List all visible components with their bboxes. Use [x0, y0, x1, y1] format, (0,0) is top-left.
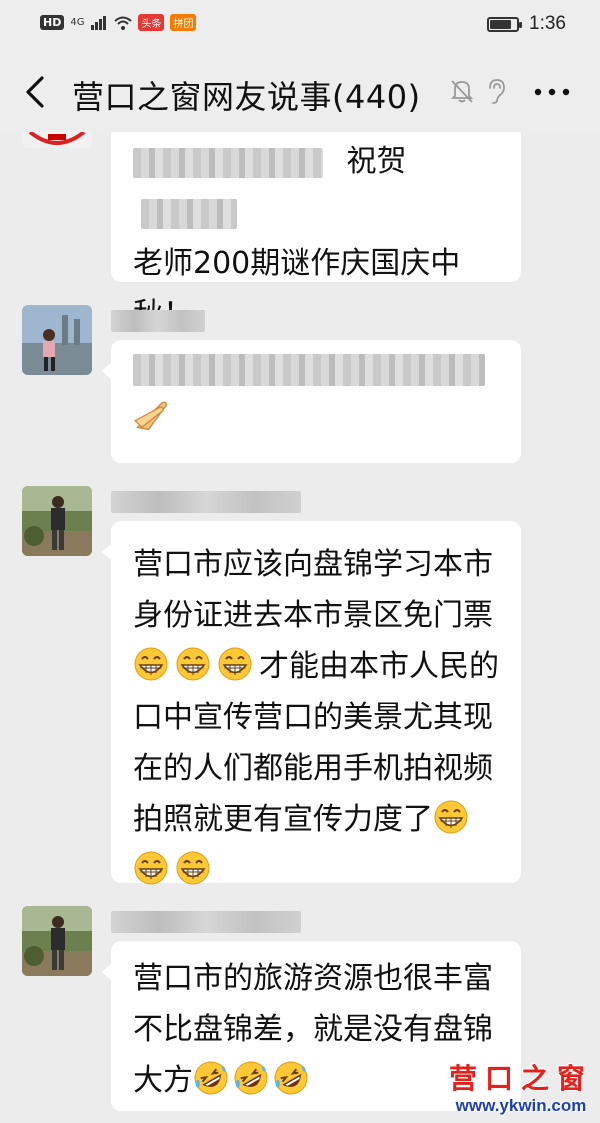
status-left: HD 4G 头条 拼团 — [40, 14, 197, 31]
redacted-name — [141, 198, 237, 229]
redacted-text — [133, 354, 485, 386]
message-segment: 营口市的旅游资源也很丰富不比盘锦差，就是没有盘锦大方 — [133, 961, 493, 1098]
more-options-icon[interactable] — [530, 78, 574, 106]
user-photo — [22, 486, 92, 556]
watermark-title: 营口之窗 — [448, 1062, 593, 1095]
mute-bell-icon — [450, 80, 474, 103]
avatar[interactable] — [22, 132, 92, 148]
sender-name-redacted — [111, 310, 205, 332]
status-right: 1:36 — [487, 13, 566, 35]
status-bar: HD 4G 头条 拼团 1:36 — [0, 0, 600, 50]
rolling-laughing-emoji — [234, 1061, 268, 1095]
earpiece-icon — [489, 79, 505, 104]
battery-icon — [487, 16, 523, 32]
message-text — [133, 354, 499, 434]
watermark-url: www.ykwin.com — [455, 1096, 587, 1115]
message-bubble[interactable]: 祝贺 老师200期谜作庆国庆中秋！ — [111, 132, 521, 332]
message-bubble[interactable] — [102, 340, 521, 463]
signal-icon — [91, 15, 107, 30]
battery-level — [490, 19, 511, 29]
message-bubble[interactable]: 营口市应该向盘锦学习本市身份证进去本市景区免门票才能由本市人民的口中宣传营口的美… — [102, 521, 521, 885]
toutiao-badge: 头条 — [138, 14, 165, 31]
praying-hands-emoji — [134, 401, 168, 431]
user-photo — [22, 305, 92, 375]
pintuan-badge: 拼团 — [170, 14, 197, 31]
laughing-emoji-group — [193, 1061, 313, 1098]
avatar[interactable] — [22, 305, 92, 375]
grinning-face-emoji — [134, 851, 168, 885]
message-text: 营口市的旅游资源也很丰富不比盘锦差，就是没有盘锦大方 — [133, 953, 499, 1106]
message-segment: 营口市应该向盘锦学习本市身份证进去本市景区免门票 — [133, 547, 493, 633]
redacted-mention — [133, 147, 323, 178]
back-arrow-icon[interactable] — [18, 72, 54, 112]
avatar[interactable] — [22, 906, 92, 976]
sender-name-redacted — [111, 911, 301, 933]
network-indicator: 4G — [70, 17, 85, 28]
red-emblem-icon — [22, 132, 92, 148]
wifi-icon — [114, 16, 133, 30]
user-photo — [22, 906, 92, 976]
chat-header: 营口之窗网友说事(440) — [0, 50, 600, 132]
hd-indicator: HD — [40, 15, 65, 30]
clock: 1:36 — [529, 13, 566, 34]
chat-title: 营口之窗网友说事(440) — [72, 78, 421, 116]
grinning-face-emoji — [176, 851, 210, 885]
grinning-face-emoji — [218, 647, 252, 681]
grinning-face-emoji — [134, 647, 168, 681]
avatar[interactable] — [22, 486, 92, 556]
grinning-face-emoji — [176, 647, 210, 681]
rolling-laughing-emoji — [274, 1061, 308, 1095]
grinning-face-emoji — [434, 800, 468, 834]
message-segment: 祝贺 — [346, 144, 407, 179]
grinning-emoji-group — [133, 647, 259, 684]
sender-name-redacted — [111, 491, 301, 513]
site-watermark: 营口之窗 www.ykwin.com — [446, 1062, 596, 1120]
rolling-laughing-emoji — [194, 1061, 228, 1095]
message-text: 营口市应该向盘锦学习本市身份证进去本市景区免门票才能由本市人民的口中宣传营口的美… — [133, 539, 499, 896]
